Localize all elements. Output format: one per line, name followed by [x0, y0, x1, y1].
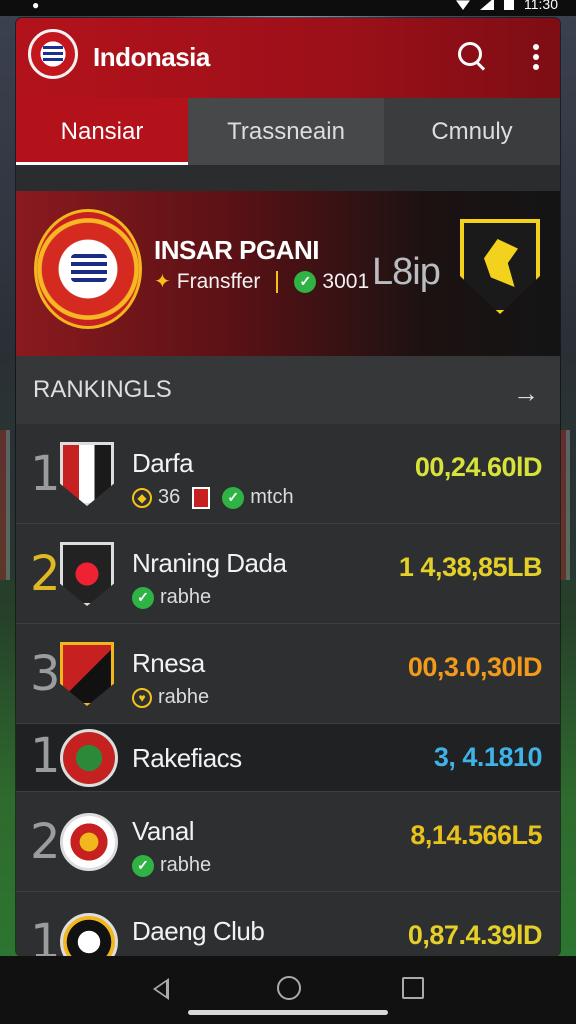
- signal-icon: [480, 0, 494, 10]
- meta-value: 36: [158, 486, 181, 508]
- club-name: Darfa: [132, 448, 194, 478]
- battery-icon: [504, 0, 514, 10]
- mini-crest-icon: [192, 486, 211, 509]
- tab-bar: Nansiar Trassneain Cmnuly: [16, 98, 560, 165]
- meta-value: rabhe: [158, 686, 210, 708]
- status-time: 11:30: [524, 0, 558, 12]
- app-bar: Indonasia: [16, 18, 560, 98]
- away-team-crest-icon: [460, 219, 540, 314]
- divider: [276, 270, 279, 293]
- club-crest-icon: [60, 729, 118, 787]
- rank-number: 1: [30, 914, 61, 956]
- club-name: Rnesa: [132, 648, 205, 678]
- status-bar: ● 11:30: [0, 0, 576, 16]
- rank-number: 1: [30, 446, 61, 502]
- club-name: Nraning Dada: [132, 548, 287, 578]
- check-icon: ✓: [132, 586, 154, 609]
- featured-meta: ✦ Fransffer ✓ 3001: [154, 269, 369, 294]
- meta-value: mtch: [250, 486, 294, 508]
- tab-trassneain[interactable]: Trassneain: [188, 98, 384, 165]
- wifi-icon: [456, 0, 470, 10]
- home-team-crest-icon: [34, 209, 142, 329]
- home-icon[interactable]: [277, 976, 301, 1000]
- tab-cmnuly[interactable]: Cmnuly: [384, 98, 560, 165]
- club-value: 3, 4.1810: [433, 742, 543, 772]
- meta-value: rabhe: [160, 586, 212, 608]
- club-value: 8,14.566L5: [410, 820, 542, 850]
- arrow-right-icon[interactable]: →: [513, 378, 539, 409]
- club-value: 00,3.0,30lD: [407, 652, 543, 682]
- club-meta: ✓ rabhe: [132, 586, 211, 609]
- app-title: Indonasia: [93, 42, 210, 72]
- back-icon[interactable]: [153, 978, 169, 1000]
- rankings-list: 1 Darfa ◆ 36 ✓ mtch 00,24.60lD 2 Nraning…: [16, 424, 560, 956]
- featured-name: INSAR PGANI: [154, 235, 319, 265]
- rank-number: 2: [30, 814, 61, 870]
- featured-score: L8ip: [372, 251, 441, 293]
- club-crest-icon: [60, 442, 114, 506]
- ranking-row[interactable]: 2 Vanal ✓ rabhe 8,14.566L5: [16, 792, 560, 892]
- shield-icon: ◆: [132, 487, 152, 508]
- club-name: Daeng Club: [132, 916, 265, 946]
- check-icon: ✓: [222, 486, 245, 509]
- app-logo-icon: [28, 29, 78, 79]
- transfer-label: Fransffer: [176, 269, 261, 293]
- ranking-row[interactable]: 3 Rnesa ♥ rabhe 00,3.0,30lD: [16, 624, 560, 724]
- shield-icon: ♥: [132, 687, 152, 708]
- club-meta: ◆ 36 ✓ mtch: [132, 486, 294, 509]
- main-panel: Indonasia Nansiar Trassneain Cmnuly INSA…: [16, 18, 560, 956]
- more-options-icon[interactable]: [532, 44, 540, 72]
- rankings-title: RANKINGLS: [33, 376, 172, 403]
- featured-badge-text: 3001: [322, 269, 370, 293]
- meta-value: rabhe: [160, 854, 212, 876]
- gesture-bar[interactable]: [188, 1010, 388, 1015]
- rank-number: 2: [30, 546, 61, 602]
- club-meta: ♥ rabhe: [132, 686, 209, 709]
- rank-number: 1: [30, 728, 61, 784]
- check-icon: ✓: [132, 854, 154, 877]
- club-crest-icon: [60, 542, 114, 606]
- ranking-row[interactable]: 1 Daeng Club rabhe 0,87.4.39lD: [16, 892, 560, 956]
- recent-apps-icon[interactable]: [402, 977, 424, 999]
- club-name: Rakefiacs: [132, 743, 242, 773]
- club-crest-icon: [60, 813, 118, 871]
- check-icon: ✓: [294, 270, 317, 293]
- club-value: 00,24.60lD: [414, 452, 543, 482]
- system-nav-bar: [0, 956, 576, 1024]
- club-crest-icon: [60, 642, 114, 706]
- ranking-row[interactable]: 1 Darfa ◆ 36 ✓ mtch 00,24.60lD: [16, 424, 560, 524]
- ranking-row-selected[interactable]: 1 Rakefiacs 3, 4.1810: [16, 724, 560, 792]
- club-crest-icon: [60, 913, 118, 956]
- rankings-header[interactable]: RANKINGLS →: [16, 356, 560, 424]
- featured-match-card[interactable]: INSAR PGANI ✦ Fransffer ✓ 3001 L8ip: [16, 191, 560, 356]
- club-value: 0,87.4.39lD: [407, 920, 543, 950]
- club-name: Vanal: [132, 816, 195, 846]
- search-icon[interactable]: [458, 42, 488, 72]
- star-icon: ✦: [154, 271, 171, 293]
- tab-nansiar[interactable]: Nansiar: [16, 98, 188, 165]
- ranking-row[interactable]: 2 Nraning Dada ✓ rabhe 1 4,38,85LB: [16, 524, 560, 624]
- club-value: 1 4,38,85LB: [398, 552, 543, 582]
- club-meta: ✓ rabhe: [132, 854, 211, 877]
- rank-number: 3: [30, 646, 61, 702]
- notification-icon: ●: [32, 0, 40, 12]
